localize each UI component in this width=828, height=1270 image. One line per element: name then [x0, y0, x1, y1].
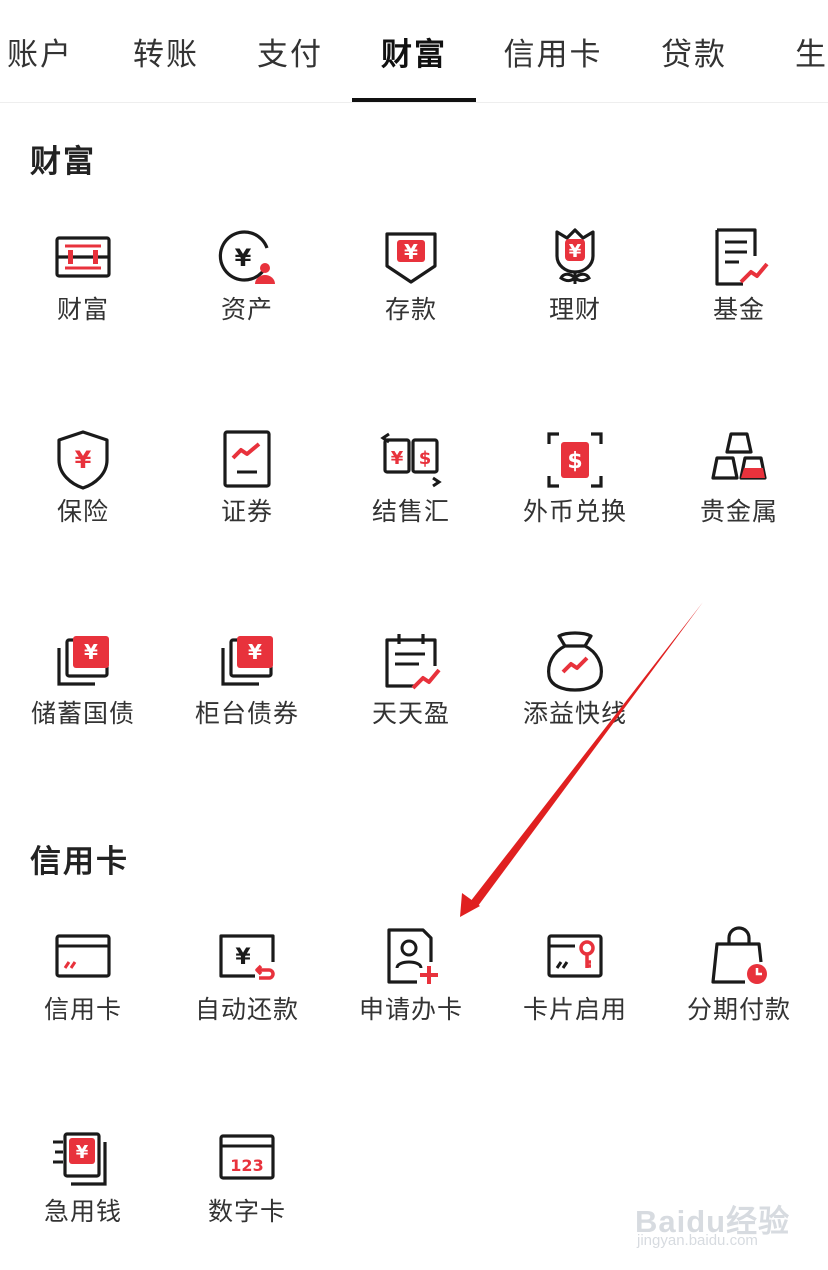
card-activate-icon — [543, 926, 607, 990]
auto-repay-icon: ¥ — [215, 926, 279, 990]
wealth-item-money-bag[interactable]: 添益快线 — [493, 630, 657, 750]
credit-item-urgent-cash[interactable]: ¥ 急用钱 — [1, 1128, 165, 1248]
wealth-item-precious-metals[interactable]: 贵金属 — [657, 428, 821, 548]
digital-card-icon: 123 — [215, 1128, 279, 1192]
category-tab-bar: 账户 转账 支付 财富 信用卡 贷款 生活 — [0, 0, 828, 103]
item-label: 储蓄国债 — [30, 699, 135, 728]
svg-text:¥: ¥ — [76, 1142, 89, 1163]
svg-text:¥: ¥ — [569, 241, 582, 262]
gold-bars-icon — [707, 428, 771, 492]
item-label: 分期付款 — [686, 995, 791, 1024]
urgent-cash-icon: ¥ — [51, 1128, 115, 1192]
credit-item-apply-card[interactable]: 申请办卡 — [329, 926, 493, 1046]
tab-loan[interactable]: 贷款 — [632, 0, 756, 102]
item-label: 急用钱 — [43, 1197, 122, 1226]
item-label: 数字卡 — [207, 1197, 286, 1226]
item-label: 柜台债券 — [194, 699, 299, 728]
item-label: 结售汇 — [371, 497, 450, 526]
credit-item-digital-card[interactable]: 123 数字卡 — [165, 1128, 329, 1248]
money-bag-icon — [543, 630, 607, 694]
wealth-item-insurance[interactable]: ¥ 保险 — [1, 428, 165, 548]
wealth-item-securities[interactable]: 证券 — [165, 428, 329, 548]
item-label: 外币兑换 — [522, 497, 627, 526]
item-label: 添益快线 — [522, 699, 627, 728]
credit-item-credit-card[interactable]: 信用卡 — [1, 926, 165, 1046]
tab-transfer[interactable]: 转账 — [104, 0, 228, 102]
credit-card-icon — [51, 926, 115, 990]
item-label: 贵金属 — [699, 497, 778, 526]
item-label: 信用卡 — [43, 995, 122, 1024]
finance-flower-icon: ¥ — [543, 226, 607, 290]
item-label: 理财 — [548, 295, 601, 324]
svg-text:$: $ — [567, 449, 582, 474]
wealth-item-counter-bond[interactable]: ¥ 柜台债券 — [165, 630, 329, 750]
savings-bond-icon: ¥ — [51, 630, 115, 694]
counter-bond-icon: ¥ — [215, 630, 279, 694]
item-label: 存款 — [384, 295, 437, 324]
svg-text:¥: ¥ — [235, 244, 252, 272]
item-label: 自动还款 — [194, 995, 299, 1024]
credit-item-card-activate[interactable]: 卡片启用 — [493, 926, 657, 1046]
item-label: 申请办卡 — [358, 995, 463, 1024]
svg-text:¥: ¥ — [391, 448, 404, 469]
svg-text:¥: ¥ — [84, 640, 98, 664]
credit-item-auto-repay[interactable]: ¥ 自动还款 — [165, 926, 329, 1046]
item-label: 天天盈 — [371, 699, 450, 728]
tab-wealth[interactable]: 财富 — [352, 0, 476, 102]
tab-account[interactable]: 账户 — [0, 0, 102, 102]
wealth-box-icon — [51, 226, 115, 290]
svg-text:¥: ¥ — [235, 945, 251, 970]
watermark-sub-text: jingyan.baidu.com — [637, 1232, 758, 1249]
wealth-item-foreign-currency[interactable]: $ 外币兑换 — [493, 428, 657, 548]
watermark-main-text: Baidu经验 — [635, 1204, 791, 1239]
wealth-item-finance[interactable]: ¥ 理财 — [493, 226, 657, 346]
credit-item-installment[interactable]: 分期付款 — [657, 926, 821, 1046]
fund-document-icon — [707, 226, 771, 290]
installment-bag-icon — [707, 926, 771, 990]
wealth-item-assets[interactable]: ¥ 资产 — [165, 226, 329, 346]
insurance-shield-icon: ¥ — [51, 428, 115, 492]
wealth-item-fund[interactable]: 基金 — [657, 226, 821, 346]
wealth-item-wealth[interactable]: 财富 — [1, 226, 165, 346]
digital-card-number: 123 — [230, 1156, 263, 1175]
apply-card-icon — [379, 926, 443, 990]
wealth-item-savings-bond[interactable]: ¥ 储蓄国债 — [1, 630, 165, 750]
svg-text:¥: ¥ — [75, 446, 92, 474]
item-label: 证券 — [220, 497, 273, 526]
svg-text:¥: ¥ — [248, 640, 262, 664]
exchange-settlement-icon: ¥ $ — [379, 428, 443, 492]
wealth-section-title: 财富 — [30, 144, 96, 180]
wealth-item-exchange-settlement[interactable]: ¥ $ 结售汇 — [329, 428, 493, 548]
item-label: 基金 — [712, 295, 765, 324]
foreign-currency-icon: $ — [543, 428, 607, 492]
baidu-watermark: Baidu经验 jingyan.baidu.com — [635, 1192, 805, 1252]
deposit-icon: ¥ — [379, 226, 443, 290]
tab-payment[interactable]: 支付 — [228, 0, 352, 102]
item-label: 资产 — [220, 295, 273, 324]
securities-chart-icon — [215, 428, 279, 492]
tab-credit-card[interactable]: 信用卡 — [491, 0, 615, 102]
daily-profit-icon — [379, 630, 443, 694]
svg-text:¥: ¥ — [404, 240, 418, 264]
wealth-item-deposit[interactable]: ¥ 存款 — [329, 226, 493, 346]
item-label: 保险 — [56, 497, 109, 526]
item-label: 卡片启用 — [522, 995, 627, 1024]
item-label: 财富 — [56, 295, 109, 324]
tab-life[interactable]: 生活 — [766, 0, 828, 102]
svg-text:$: $ — [419, 448, 432, 469]
credit-section-title: 信用卡 — [30, 844, 129, 880]
wealth-item-daily-profit[interactable]: 天天盈 — [329, 630, 493, 750]
assets-yuan-icon: ¥ — [215, 226, 279, 290]
